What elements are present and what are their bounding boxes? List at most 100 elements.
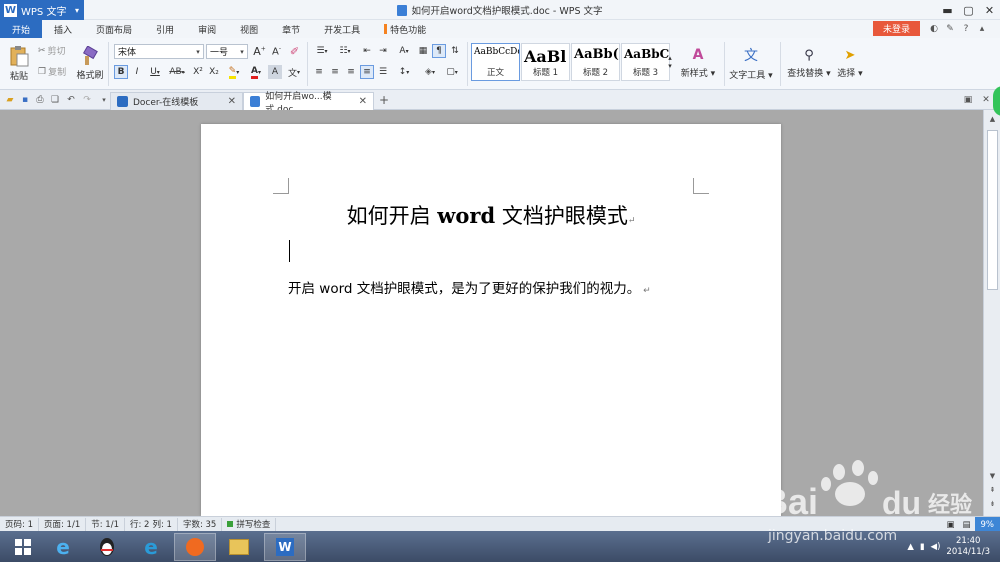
underline-button[interactable]: U ▾ bbox=[146, 65, 164, 79]
close-tab-icon[interactable]: ✕ bbox=[359, 96, 367, 107]
document-workspace[interactable]: 如何开启 word 文档护眼模式↵ 开启 word 文档护眼模式，是为了更好的保… bbox=[0, 110, 983, 516]
format-painter-button[interactable]: 格式刷 bbox=[75, 42, 105, 84]
scroll-down-icon[interactable]: ▼ bbox=[987, 470, 998, 481]
taskbar-qq[interactable] bbox=[86, 533, 128, 561]
clear-format-button[interactable]: ✐ bbox=[287, 44, 302, 59]
document-page[interactable]: 如何开启 word 文档护眼模式↵ 开启 word 文档护眼模式，是为了更好的保… bbox=[201, 124, 781, 516]
font-name-select[interactable]: 宋体 ▾ bbox=[114, 44, 204, 59]
increase-indent-button[interactable]: ⇥ bbox=[376, 44, 390, 58]
sort-button[interactable]: ⇅ bbox=[448, 44, 462, 58]
style-heading-1[interactable]: AaBl 标题 1 bbox=[521, 43, 570, 81]
new-tab-icon[interactable]: + bbox=[378, 93, 390, 107]
style-normal[interactable]: AaBbCcDd 正文 bbox=[471, 43, 520, 81]
italic-button[interactable]: I bbox=[130, 65, 144, 79]
volume-icon[interactable]: ◀) bbox=[931, 542, 941, 552]
close-button[interactable]: ✕ bbox=[979, 0, 1000, 20]
numbering-button[interactable]: ☷ ▾ bbox=[335, 44, 355, 58]
status-word-count[interactable]: 字数: 35 bbox=[178, 517, 223, 531]
show-marks-button[interactable]: ¶ bbox=[432, 44, 446, 58]
table-grid-button[interactable]: ▦ bbox=[416, 44, 430, 58]
copy-button[interactable]: ❐ 复制 bbox=[38, 65, 66, 79]
line-spacing-button[interactable]: ↕ ▾ bbox=[394, 65, 414, 79]
tray-expand-icon[interactable]: ▲ bbox=[907, 542, 914, 552]
scrollbar-thumb[interactable] bbox=[987, 130, 998, 290]
borders-button[interactable]: ▢ ▾ bbox=[442, 65, 462, 79]
zoom-level[interactable]: 9% bbox=[974, 517, 1000, 532]
distribute-button[interactable]: ☰ bbox=[376, 65, 390, 79]
grow-font-button[interactable]: A+ bbox=[252, 44, 267, 59]
tab-references[interactable]: 引用 bbox=[144, 20, 186, 38]
restore-doc-icon[interactable]: ✕ bbox=[980, 93, 992, 106]
bold-button[interactable]: B bbox=[114, 65, 128, 79]
new-style-button[interactable]: A 新样式 ▾ bbox=[678, 42, 718, 84]
taskbar-wps[interactable]: W bbox=[264, 533, 306, 561]
collapse-ribbon-icon[interactable]: ▴ bbox=[976, 21, 988, 36]
font-size-select[interactable]: 一号 ▾ bbox=[206, 44, 248, 59]
tab-page-layout[interactable]: 页面布局 bbox=[84, 20, 144, 38]
align-left-button[interactable]: ≡ bbox=[312, 65, 326, 79]
taskbar-app[interactable] bbox=[174, 533, 216, 561]
phonetic-guide-button[interactable]: 文 ▾ bbox=[284, 65, 304, 79]
align-center-button[interactable]: ≡ bbox=[328, 65, 342, 79]
document-body-text[interactable]: 开启 word 文档护眼模式，是为了更好的保护我们的视力。 ↵ bbox=[288, 277, 651, 297]
float-widget[interactable] bbox=[993, 86, 1000, 116]
wps-app-menu-button[interactable]: W WPS 文字 ▾ bbox=[0, 0, 84, 20]
tab-view[interactable]: 视图 bbox=[228, 20, 270, 38]
subscript-button[interactable]: X₂ bbox=[207, 65, 221, 79]
view-mode-icon[interactable]: ▣ bbox=[942, 520, 958, 530]
strikethrough-button[interactable]: AB ▾ bbox=[166, 65, 188, 79]
justify-button[interactable]: ≡ bbox=[360, 65, 374, 79]
cut-button[interactable]: ✂ 剪切 bbox=[38, 44, 66, 58]
font-color-button[interactable]: A ▾ bbox=[246, 65, 266, 79]
document-title[interactable]: 如何开启 word 文档护眼模式↵ bbox=[201, 200, 781, 230]
next-page-icon[interactable]: ⇟ bbox=[987, 498, 998, 509]
superscript-button[interactable]: X² bbox=[191, 65, 205, 79]
char-shading-button[interactable]: A bbox=[268, 65, 282, 79]
save-icon[interactable]: ▪ bbox=[19, 93, 31, 106]
styles-scroll[interactable]: ▴ ▾ bbox=[666, 43, 674, 81]
find-replace-button[interactable]: ⚲ 查找替换 ▾ bbox=[786, 42, 832, 84]
vertical-scrollbar[interactable]: ▲ ▼ ⇞ ⇟ bbox=[983, 110, 1000, 516]
tab-review[interactable]: 审阅 bbox=[186, 20, 228, 38]
reading-mode-icon[interactable]: ▤ bbox=[958, 520, 974, 530]
minimize-button[interactable]: ▬ bbox=[937, 0, 958, 20]
align-right-button[interactable]: ≡ bbox=[344, 65, 358, 79]
tab-list-icon[interactable]: ▣ bbox=[962, 93, 974, 106]
tab-document[interactable]: 如何开启wo...模式.doc ✕ bbox=[243, 92, 374, 115]
decrease-indent-button[interactable]: ⇤ bbox=[360, 44, 374, 58]
customize-toolbar-icon[interactable]: ▾ bbox=[98, 93, 110, 106]
select-button[interactable]: ➤ 选择 ▾ bbox=[834, 42, 866, 84]
style-heading-2[interactable]: AaBb( 标题 2 bbox=[571, 43, 620, 81]
spell-check-toggle[interactable]: 拼写检查 bbox=[222, 517, 277, 531]
highlight-color-button[interactable]: ✎ ▾ bbox=[224, 65, 244, 79]
taskbar-explorer[interactable] bbox=[218, 533, 260, 561]
taskbar-ie[interactable]: e bbox=[42, 533, 84, 561]
maximize-button[interactable]: ▢ bbox=[958, 0, 979, 20]
help-icon[interactable]: ? bbox=[960, 21, 972, 36]
open-icon[interactable]: ▰ bbox=[4, 93, 16, 106]
login-button[interactable]: 未登录 bbox=[873, 21, 920, 36]
start-button[interactable] bbox=[2, 533, 44, 561]
shrink-font-button[interactable]: A- bbox=[269, 44, 284, 59]
text-tools-button[interactable]: 文 文字工具 ▾ bbox=[728, 42, 774, 84]
print-icon[interactable]: ⎙ bbox=[34, 93, 46, 106]
tab-developer[interactable]: 开发工具 bbox=[312, 20, 372, 38]
tab-chapter[interactable]: 章节 bbox=[270, 20, 312, 38]
settings-icon[interactable]: ✎ bbox=[944, 21, 956, 36]
shading-button[interactable]: ◈ ▾ bbox=[420, 65, 440, 79]
print-preview-icon[interactable]: ❏ bbox=[49, 93, 61, 106]
tab-special[interactable]: 特色功能 bbox=[372, 20, 438, 38]
tab-insert[interactable]: 插入 bbox=[42, 20, 84, 38]
text-direction-button[interactable]: A ▾ bbox=[394, 44, 414, 58]
prev-page-icon[interactable]: ⇞ bbox=[987, 484, 998, 495]
scroll-up-icon[interactable]: ▲ bbox=[987, 113, 998, 124]
tab-docer[interactable]: Docer-在线模板 ✕ bbox=[110, 92, 243, 110]
style-heading-3[interactable]: AaBbC 标题 3 bbox=[621, 43, 670, 81]
tab-home[interactable]: 开始 bbox=[0, 20, 43, 38]
bullets-button[interactable]: ☰ ▾ bbox=[312, 44, 332, 58]
close-tab-icon[interactable]: ✕ bbox=[228, 96, 236, 107]
paste-button[interactable]: 粘贴 bbox=[5, 42, 33, 84]
clock[interactable]: 21:40 2014/11/3 bbox=[946, 536, 990, 558]
undo-icon[interactable]: ↶ bbox=[65, 93, 77, 106]
redo-icon[interactable]: ↷ bbox=[81, 93, 93, 106]
